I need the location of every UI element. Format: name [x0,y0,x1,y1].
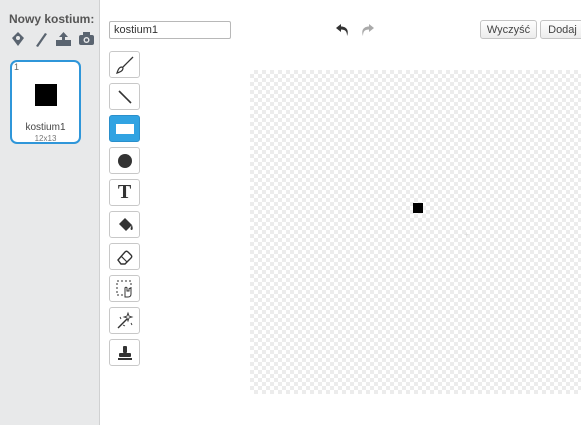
line-tool[interactable] [109,83,140,110]
stamp-tool[interactable] [109,339,140,366]
paint-tools: T [109,51,141,366]
ellipse-tool[interactable] [109,147,140,174]
brush-icon [115,56,133,74]
select-icon [116,280,131,297]
magic-wand-icon [117,311,133,328]
brush-tool[interactable] [109,51,140,78]
eraser-icon [116,250,132,265]
new-costume-toolbar [9,30,95,47]
ellipse-icon [117,153,132,168]
select-and-duplicate-tool[interactable] [109,307,140,334]
new-costume-label: Nowy kostium: [9,12,95,26]
costume-preview [35,84,57,106]
rectangle-tool[interactable] [109,115,140,142]
costume-name: kostium1 [25,122,66,133]
text-icon: T [117,181,132,203]
costume-item[interactable]: 1 kostium1 12x13 [10,60,81,144]
drawing-canvas[interactable]: + [250,70,581,394]
add-button[interactable]: Dodaj [540,20,581,39]
canvas-center-marker: + [464,230,469,239]
fill-tool[interactable] [109,211,140,238]
paint-bucket-icon [118,217,133,231]
clear-button[interactable]: Wyczyść [480,20,537,39]
costume-shape [413,203,423,213]
upload-costume-icon[interactable] [55,30,72,47]
rectangle-icon [115,123,134,134]
costume-index: 1 [14,62,20,72]
choose-from-library-icon[interactable] [9,30,26,47]
undo-icon [336,24,348,36]
camera-icon[interactable] [78,30,95,47]
stamp-icon [117,345,132,360]
costume-list-panel: Nowy kostium: 1 kostium1 12x13 [0,0,100,425]
redo-icon [362,24,374,36]
line-icon [117,89,132,104]
paint-new-costume-icon[interactable] [32,30,49,47]
eraser-tool[interactable] [109,243,140,270]
undo-button[interactable] [332,20,354,40]
select-tool[interactable] [109,275,140,302]
text-tool[interactable]: T [109,179,140,206]
redo-button[interactable] [356,20,378,40]
costume-size: 12x13 [34,134,57,143]
costume-name-input[interactable] [109,21,231,39]
